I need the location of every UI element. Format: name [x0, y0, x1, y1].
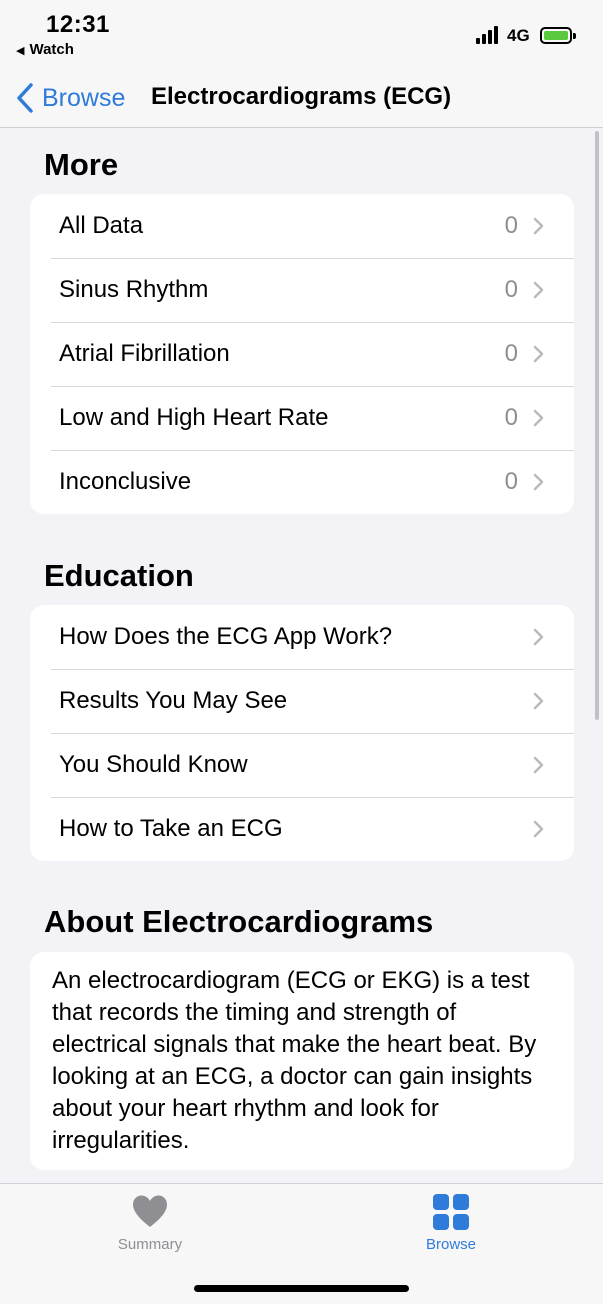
- status-time: 12:31: [46, 11, 110, 38]
- chevron-right-icon: [533, 692, 544, 710]
- about-description: An electrocardiogram (ECG or EKG) is a t…: [52, 967, 537, 1154]
- list-item-how-ecg-works[interactable]: How Does the ECG App Work?: [30, 605, 574, 669]
- section-header-more: More: [44, 147, 119, 182]
- list-item-count: 0: [504, 468, 518, 495]
- back-app-label: Watch: [29, 41, 74, 58]
- list-item-low-high-heart-rate[interactable]: Low and High Heart Rate 0: [30, 386, 574, 450]
- tab-summary[interactable]: Summary: [80, 1184, 220, 1264]
- section-header-education: Education: [44, 558, 194, 593]
- tab-browse[interactable]: Browse: [381, 1184, 521, 1264]
- status-bar: 12:31 ◀ Watch 4G: [0, 0, 603, 70]
- list-item-label: How to Take an ECG: [59, 815, 283, 842]
- list-item-sinus-rhythm[interactable]: Sinus Rhythm 0: [30, 258, 574, 322]
- chevron-right-icon: [533, 345, 544, 363]
- network-type: 4G: [507, 26, 530, 45]
- list-item-results-you-may-see[interactable]: Results You May See: [30, 669, 574, 733]
- list-item-how-to-take-ecg[interactable]: How to Take an ECG: [30, 797, 574, 861]
- list-item-label: All Data: [59, 212, 144, 239]
- list-item-label: You Should Know: [59, 751, 248, 778]
- tab-label: Browse: [425, 1236, 477, 1253]
- about-card: An electrocardiogram (ECG or EKG) is a t…: [30, 952, 574, 1170]
- more-list: All Data 0 Sinus Rhythm 0 Atrial Fibrill…: [30, 194, 574, 514]
- grid-icon: [433, 1194, 469, 1230]
- list-item-label: Atrial Fibrillation: [59, 340, 230, 367]
- list-item-label: Sinus Rhythm: [59, 276, 209, 303]
- list-item-count: 0: [504, 276, 518, 303]
- chevron-right-icon: [533, 820, 544, 838]
- scroll-content[interactable]: More All Data 0 Sinus Rhythm 0 Atrial Fi…: [0, 129, 603, 1183]
- heart-icon: [133, 1195, 167, 1227]
- list-item-label: Results You May See: [59, 687, 288, 714]
- chevron-right-icon: [533, 473, 544, 491]
- cellular-signal-icon: [476, 26, 500, 44]
- navigation-bar: Browse Electrocardiograms (ECG): [0, 70, 603, 128]
- list-item-label: Low and High Heart Rate: [59, 404, 329, 431]
- list-item-all-data[interactable]: All Data 0: [30, 194, 574, 258]
- chevron-right-icon: [533, 281, 544, 299]
- list-item-inconclusive[interactable]: Inconclusive 0: [30, 450, 574, 514]
- list-item-count: 0: [504, 404, 518, 431]
- back-triangle-icon: ◀: [16, 45, 25, 57]
- page-title: Electrocardiograms (ECG): [151, 83, 452, 110]
- education-list: How Does the ECG App Work? Results You M…: [30, 605, 574, 861]
- chevron-right-icon: [533, 409, 544, 427]
- scroll-indicator: [595, 131, 599, 720]
- chevron-right-icon: [533, 628, 544, 646]
- home-indicator[interactable]: [194, 1285, 409, 1292]
- chevron-right-icon: [533, 756, 544, 774]
- section-header-about: About Electrocardiograms: [44, 904, 434, 939]
- battery-charging-icon: [540, 27, 576, 44]
- list-item-count: 0: [504, 340, 518, 367]
- back-button[interactable]: Browse: [16, 80, 125, 116]
- back-button-label: Browse: [42, 83, 126, 112]
- list-item-label: Inconclusive: [59, 468, 192, 495]
- tab-label: Summary: [117, 1236, 183, 1253]
- list-item-atrial-fibrillation[interactable]: Atrial Fibrillation 0: [30, 322, 574, 386]
- back-to-app-link[interactable]: ◀ Watch: [16, 41, 74, 58]
- list-item-label: How Does the ECG App Work?: [59, 623, 393, 650]
- chevron-right-icon: [533, 217, 544, 235]
- list-item-count: 0: [504, 212, 518, 239]
- list-item-you-should-know[interactable]: You Should Know: [30, 733, 574, 797]
- chevron-left-icon: [17, 83, 33, 113]
